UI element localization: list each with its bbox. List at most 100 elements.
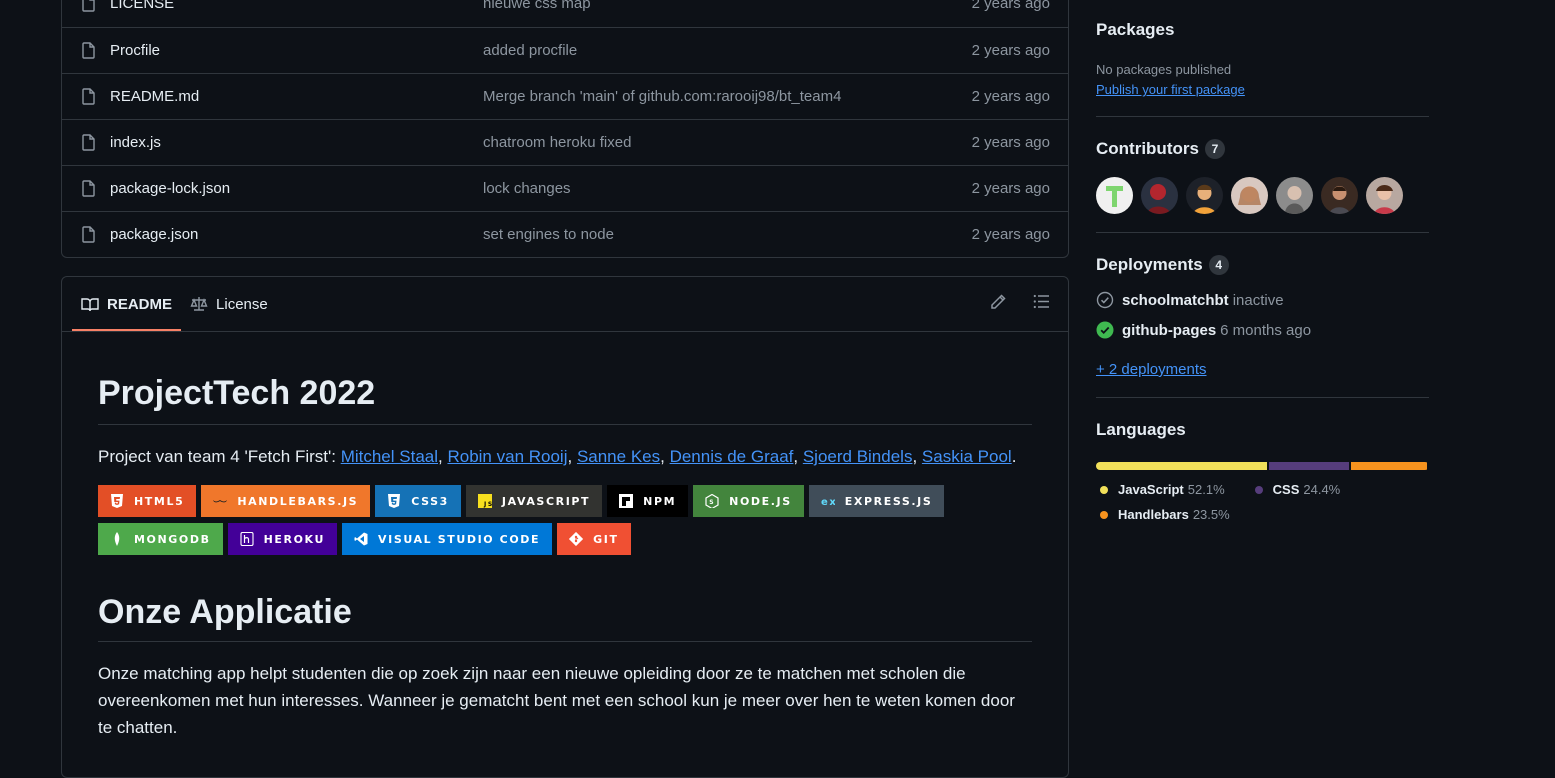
- separator: ,: [567, 447, 577, 466]
- badge-npm[interactable]: NPM: [607, 485, 689, 517]
- commit-message[interactable]: set engines to node: [483, 226, 910, 243]
- file-row-procfile[interactable]: Procfile added procfile 2 years ago: [62, 27, 1068, 73]
- commit-message[interactable]: nieuwe css map: [483, 0, 910, 12]
- member-link[interactable]: Saskia Pool: [922, 447, 1012, 466]
- deployment-row[interactable]: schoolmatchbt inactive: [1096, 291, 1429, 309]
- list-unordered-icon[interactable]: [1033, 293, 1050, 310]
- language-segment-css: [1269, 462, 1349, 470]
- deployment-status: inactive: [1232, 291, 1284, 309]
- avatar[interactable]: [1276, 177, 1313, 214]
- tab-readme[interactable]: README: [72, 277, 182, 331]
- law-icon: [190, 297, 208, 311]
- nodejs-icon: S: [705, 494, 719, 508]
- badge-label: HANDLEBARS.JS: [237, 494, 359, 508]
- contributors-section: Contributors 7: [1096, 117, 1429, 233]
- language-percent: 24.4%: [1303, 482, 1341, 497]
- badge-html5[interactable]: HTML5: [98, 485, 197, 517]
- commit-message[interactable]: lock changes: [483, 180, 910, 197]
- badge-javascript[interactable]: JS JAVASCRIPT: [465, 485, 603, 517]
- language-name: CSS: [1272, 482, 1300, 497]
- avatar[interactable]: [1231, 177, 1268, 214]
- readme-actions: [990, 293, 1050, 310]
- javascript-icon: JS: [477, 494, 492, 508]
- express-icon: ex: [821, 497, 835, 508]
- avatar[interactable]: [1141, 177, 1178, 214]
- file-name[interactable]: LICENSE: [110, 0, 483, 12]
- avatar[interactable]: [1096, 177, 1133, 214]
- git-icon: [569, 532, 584, 546]
- badge-git[interactable]: GIT: [557, 523, 631, 555]
- member-link[interactable]: Robin van Rooij: [447, 447, 567, 466]
- language-item[interactable]: JavaScript 52.1%: [1096, 482, 1225, 497]
- packages-section: Packages No packages published Publish y…: [1096, 0, 1429, 117]
- avatar[interactable]: [1366, 177, 1403, 214]
- language-item[interactable]: Handlebars 23.5%: [1096, 507, 1230, 522]
- deployment-row[interactable]: github-pages 6 months ago: [1096, 321, 1429, 339]
- file-row-readme[interactable]: README.md Merge branch 'main' of github.…: [62, 73, 1068, 119]
- separator: ,: [793, 447, 803, 466]
- avatar[interactable]: [1186, 177, 1223, 214]
- badge-css3[interactable]: CSS3: [375, 485, 461, 517]
- file-row-license[interactable]: LICENSE nieuwe css map 2 years ago: [62, 0, 1068, 27]
- commit-message[interactable]: Merge branch 'main' of github.com:rarooi…: [483, 88, 910, 105]
- badge-label: HTML5: [134, 494, 185, 508]
- contributors-title[interactable]: Contributors 7: [1096, 139, 1429, 159]
- contributor-avatars: [1096, 177, 1429, 214]
- file-icon: [82, 134, 98, 152]
- team-intro: Project van team 4 'Fetch First':: [98, 447, 341, 466]
- file-row-index[interactable]: index.js chatroom heroku fixed 2 years a…: [62, 119, 1068, 165]
- tab-readme-label: README: [107, 295, 173, 313]
- badge-heroku[interactable]: HEROKU: [227, 523, 338, 555]
- file-icon: [82, 226, 98, 244]
- file-row-package-lock[interactable]: package-lock.json lock changes 2 years a…: [62, 165, 1068, 211]
- member-link[interactable]: Dennis de Graaf: [670, 447, 794, 466]
- more-deployments-link[interactable]: + 2 deployments: [1096, 361, 1207, 378]
- avatar[interactable]: [1321, 177, 1358, 214]
- commit-date: 2 years ago: [971, 42, 1050, 59]
- packages-empty: No packages published: [1096, 62, 1232, 77]
- readme-panel: README License ProjectTech 2022 Project …: [61, 276, 1069, 778]
- team-line: Project van team 4 'Fetch First': Mitche…: [98, 445, 1032, 469]
- section-heading: Onze Applicatie: [98, 591, 1032, 642]
- badge-handlebars[interactable]: HANDLEBARS.JS: [201, 485, 371, 517]
- file-name[interactable]: index.js: [110, 134, 483, 151]
- badge-mongodb[interactable]: MONGODB: [98, 523, 223, 555]
- deployment-name[interactable]: github-pages: [1122, 322, 1216, 339]
- member-link[interactable]: Sjoerd Bindels: [803, 447, 913, 466]
- pencil-icon[interactable]: [990, 293, 1007, 310]
- packages-title[interactable]: Packages: [1096, 20, 1429, 40]
- file-name[interactable]: README.md: [110, 88, 483, 105]
- deployments-title[interactable]: Deployments 4: [1096, 255, 1429, 275]
- vscode-icon: [354, 532, 368, 546]
- languages-title: Languages: [1096, 420, 1186, 439]
- file-row-package[interactable]: package.json set engines to node 2 years…: [62, 211, 1068, 257]
- language-segment-javascript: [1096, 462, 1268, 470]
- file-icon: [82, 42, 98, 60]
- badge-label: HEROKU: [263, 532, 326, 546]
- file-name[interactable]: package.json: [110, 226, 483, 243]
- member-link[interactable]: Mitchel Staal: [341, 447, 438, 466]
- tab-license[interactable]: License: [181, 277, 277, 331]
- publish-package-link[interactable]: Publish your first package: [1096, 82, 1245, 97]
- deployment-name[interactable]: schoolmatchbt: [1122, 292, 1229, 309]
- language-segment-handlebars: [1350, 462, 1427, 470]
- deployments-section: Deployments 4 schoolmatchbt inactive git…: [1096, 233, 1429, 398]
- badge-vscode[interactable]: VISUAL STUDIO CODE: [342, 523, 553, 555]
- language-percent: 23.5%: [1192, 507, 1230, 522]
- file-name[interactable]: package-lock.json: [110, 180, 483, 197]
- tab-license-label: License: [216, 295, 268, 313]
- language-bar: [1096, 462, 1429, 470]
- file-icon: [82, 88, 98, 106]
- badge-express[interactable]: ex EXPRESS.JS: [808, 485, 945, 517]
- book-icon: [81, 297, 99, 311]
- file-name[interactable]: Procfile: [110, 42, 483, 59]
- badge-nodejs[interactable]: S NODE.JS: [693, 485, 804, 517]
- svg-text:JS: JS: [483, 501, 492, 508]
- member-link[interactable]: Sanne Kes: [577, 447, 660, 466]
- commit-message[interactable]: chatroom heroku fixed: [483, 134, 910, 151]
- deployment-status: 6 months ago: [1220, 321, 1312, 339]
- file-list: LICENSE nieuwe css map 2 years ago Procf…: [61, 0, 1069, 258]
- svg-text:ex: ex: [821, 497, 835, 508]
- commit-message[interactable]: added procfile: [483, 42, 910, 59]
- language-item[interactable]: CSS 24.4%: [1251, 482, 1341, 497]
